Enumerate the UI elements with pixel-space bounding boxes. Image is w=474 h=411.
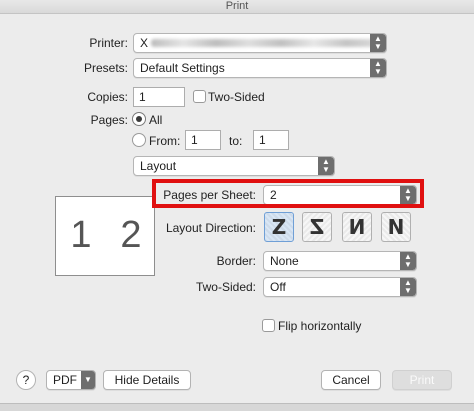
chevron-updown-icon: ▲ ▼: [400, 278, 416, 296]
window-bottom-edge: [0, 403, 474, 411]
pages-from-label: From:: [149, 134, 181, 148]
border-value: None: [270, 254, 299, 268]
border-label: Border:: [216, 254, 256, 268]
chevron-updown-icon: ▲ ▼: [370, 59, 386, 77]
pages-all-label: All: [149, 113, 163, 127]
presets-value: Default Settings: [140, 61, 225, 75]
chevron-updown-icon: ▲ ▼: [370, 34, 386, 52]
two-sided-checkbox[interactable]: [193, 90, 206, 103]
direction-z-right-left-button[interactable]: Z: [302, 212, 332, 242]
chevron-down-icon: ▼: [81, 371, 95, 389]
layout-direction-label: Layout Direction:: [165, 221, 256, 235]
border-popup[interactable]: None ▲ ▼: [263, 251, 417, 271]
section-popup[interactable]: Layout ▲ ▼: [133, 156, 335, 176]
pages-to-label: to:: [229, 134, 243, 148]
pages-from-radio[interactable]: [132, 133, 146, 147]
preview-page-2: 2: [120, 214, 142, 256]
chevron-updown-icon: ▲ ▼: [400, 252, 416, 270]
two-sided-value: Off: [270, 280, 286, 294]
printer-name-blurred: [151, 39, 380, 47]
print-button[interactable]: Print: [392, 370, 452, 390]
page-preview: 1 2: [55, 196, 155, 276]
help-button[interactable]: ?: [16, 370, 36, 390]
printer-label: Printer:: [89, 36, 128, 50]
red-highlight-box: [152, 179, 424, 208]
pdf-label: PDF: [53, 373, 77, 387]
two-sided-label: Two-Sided:: [195, 280, 256, 294]
printer-popup[interactable]: X ▲ ▼: [133, 33, 387, 53]
pdf-button[interactable]: PDF ▼: [46, 370, 96, 390]
chevron-updown-icon: ▲ ▼: [318, 157, 334, 175]
preview-page-1: 1: [70, 214, 92, 256]
pages-all-radio[interactable]: [132, 112, 146, 126]
flip-horizontally-label: Flip horizontally: [278, 319, 362, 333]
flip-horizontally-checkbox[interactable]: [262, 319, 275, 332]
printer-value: X: [140, 36, 149, 50]
cancel-button[interactable]: Cancel: [321, 370, 381, 390]
pages-from-field[interactable]: 1: [185, 130, 221, 150]
direction-z-left-right-button[interactable]: Z: [264, 212, 294, 242]
presets-label: Presets:: [83, 61, 128, 75]
direction-n-left-right-button[interactable]: N: [381, 212, 411, 242]
copies-field[interactable]: 1: [133, 87, 185, 107]
hide-details-button[interactable]: Hide Details: [103, 370, 191, 390]
two-sided-popup[interactable]: Off ▲ ▼: [263, 277, 417, 297]
direction-n-right-left-button[interactable]: N: [342, 212, 372, 242]
presets-popup[interactable]: Default Settings ▲ ▼: [133, 58, 387, 78]
two-sided-checkbox-label: Two-Sided: [208, 90, 265, 104]
section-value: Layout: [140, 159, 177, 173]
copies-label: Copies:: [87, 90, 128, 104]
window-title: Print: [225, 0, 249, 12]
pages-to-field[interactable]: 1: [253, 130, 289, 150]
pages-label: Pages:: [90, 113, 128, 127]
